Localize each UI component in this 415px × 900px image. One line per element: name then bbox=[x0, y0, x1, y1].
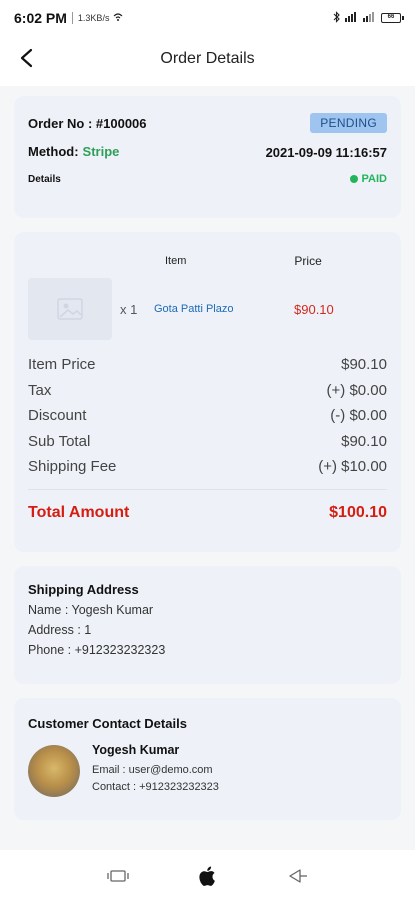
payment-status-text: PAID bbox=[361, 173, 387, 185]
price-row-label: Sub Total bbox=[28, 432, 91, 450]
status-icons: 66 bbox=[333, 10, 404, 26]
price-row-label: Discount bbox=[28, 407, 87, 425]
price-row-label: Shipping Fee bbox=[28, 458, 117, 476]
system-nav-bar bbox=[0, 852, 415, 900]
payment-status: PAID bbox=[349, 173, 387, 185]
total-label: Total Amount bbox=[28, 503, 130, 521]
contact-phone[interactable]: Contact : +912323232323 bbox=[92, 781, 219, 793]
method-label: Method: bbox=[28, 144, 79, 159]
battery-icon: 66 bbox=[381, 13, 404, 23]
price-row: Shipping Fee (+) $10.00 bbox=[28, 454, 387, 480]
avatar bbox=[28, 744, 80, 797]
nav-back-button[interactable] bbox=[284, 862, 312, 890]
order-summary-card: Order No : #100006 PENDING Method: Stripe… bbox=[14, 96, 401, 218]
page-title: Order Details bbox=[160, 50, 255, 67]
price-row: Tax (+) $0.00 bbox=[28, 378, 387, 404]
data-icon bbox=[113, 12, 123, 25]
method-value: Stripe bbox=[82, 144, 120, 159]
recent-apps-icon bbox=[106, 870, 129, 882]
paid-dot-icon bbox=[349, 175, 358, 183]
items-header: Item Price bbox=[28, 248, 387, 274]
network-speed: 1.3KB/s bbox=[77, 13, 110, 23]
price-row: Discount (-) $0.00 bbox=[28, 403, 387, 429]
order-date: 2021-09-09 11:16:57 bbox=[265, 144, 387, 160]
back-arrow-icon bbox=[20, 48, 33, 68]
status-badge: PENDING bbox=[310, 113, 387, 133]
price-column-header: Price bbox=[294, 254, 322, 268]
back-button[interactable] bbox=[12, 44, 40, 72]
order-items-card: Item Price x 1 Gota Patti Plazo $90.10 I… bbox=[14, 232, 401, 552]
signal-icon-2 bbox=[363, 11, 377, 25]
shipping-title: Shipping Address bbox=[28, 582, 139, 597]
price-row-value: (-) $0.00 bbox=[330, 407, 387, 425]
price-row: Item Price $90.10 bbox=[28, 352, 387, 378]
shipping-phone: Phone : +912323232323 bbox=[28, 643, 166, 657]
shipping-address-card: Shipping Address Name : Yogesh Kumar Add… bbox=[14, 566, 401, 684]
item-name[interactable]: Gota Patti Plazo bbox=[154, 303, 294, 315]
status-divider bbox=[71, 12, 73, 24]
app-bar: Order Details bbox=[0, 36, 415, 82]
status-bar: 6:02 PM 1.3KB/s 66 bbox=[0, 0, 415, 36]
item-price: $90.10 bbox=[294, 301, 334, 317]
price-row-value: $90.10 bbox=[341, 356, 387, 374]
contact-row: Yogesh Kumar Email : user@demo.com Conta… bbox=[28, 743, 387, 798]
price-row-label: Item Price bbox=[28, 356, 96, 374]
item-column-header: Item bbox=[165, 255, 187, 267]
customer-contact-card: Customer Contact Details Yogesh Kumar Em… bbox=[14, 698, 401, 820]
contact-title: Customer Contact Details bbox=[28, 716, 187, 731]
main-content[interactable]: Order No : #100006 PENDING Method: Stripe… bbox=[0, 86, 415, 850]
details-label: Details bbox=[28, 173, 61, 185]
contact-email[interactable]: Email : user@demo.com bbox=[92, 764, 219, 776]
total-row: Total Amount $100.10 bbox=[28, 504, 387, 522]
shipping-address: Address : 1 bbox=[28, 623, 92, 637]
price-breakdown: Item Price $90.10 Tax (+) $0.00 Discount (-… bbox=[28, 352, 387, 480]
nav-back-icon bbox=[288, 869, 307, 883]
recent-apps-button[interactable] bbox=[104, 862, 132, 890]
contact-name: Yogesh Kumar bbox=[92, 743, 180, 757]
status-time: 6:02 PM bbox=[14, 10, 67, 26]
price-row: Sub Total $90.10 bbox=[28, 429, 387, 455]
item-quantity: x 1 bbox=[120, 301, 138, 317]
price-row-value: $90.10 bbox=[341, 432, 387, 450]
signal-icon bbox=[345, 11, 359, 25]
price-row-value: (+) $0.00 bbox=[326, 381, 387, 399]
contact-info: Yogesh Kumar Email : user@demo.com Conta… bbox=[92, 743, 219, 798]
total-value: $100.10 bbox=[329, 503, 387, 521]
bluetooth-icon bbox=[333, 10, 341, 26]
product-thumbnail bbox=[28, 278, 112, 340]
divider bbox=[28, 488, 387, 490]
order-number: Order No : #100006 bbox=[28, 115, 147, 131]
image-placeholder-icon bbox=[57, 298, 83, 320]
apple-logo-icon bbox=[198, 866, 215, 886]
shipping-name: Name : Yogesh Kumar bbox=[28, 603, 154, 617]
list-item[interactable]: x 1 Gota Patti Plazo $90.10 bbox=[28, 274, 387, 344]
price-row-label: Tax bbox=[28, 381, 52, 399]
price-row-value: (+) $10.00 bbox=[318, 458, 387, 476]
home-button[interactable] bbox=[194, 862, 222, 890]
